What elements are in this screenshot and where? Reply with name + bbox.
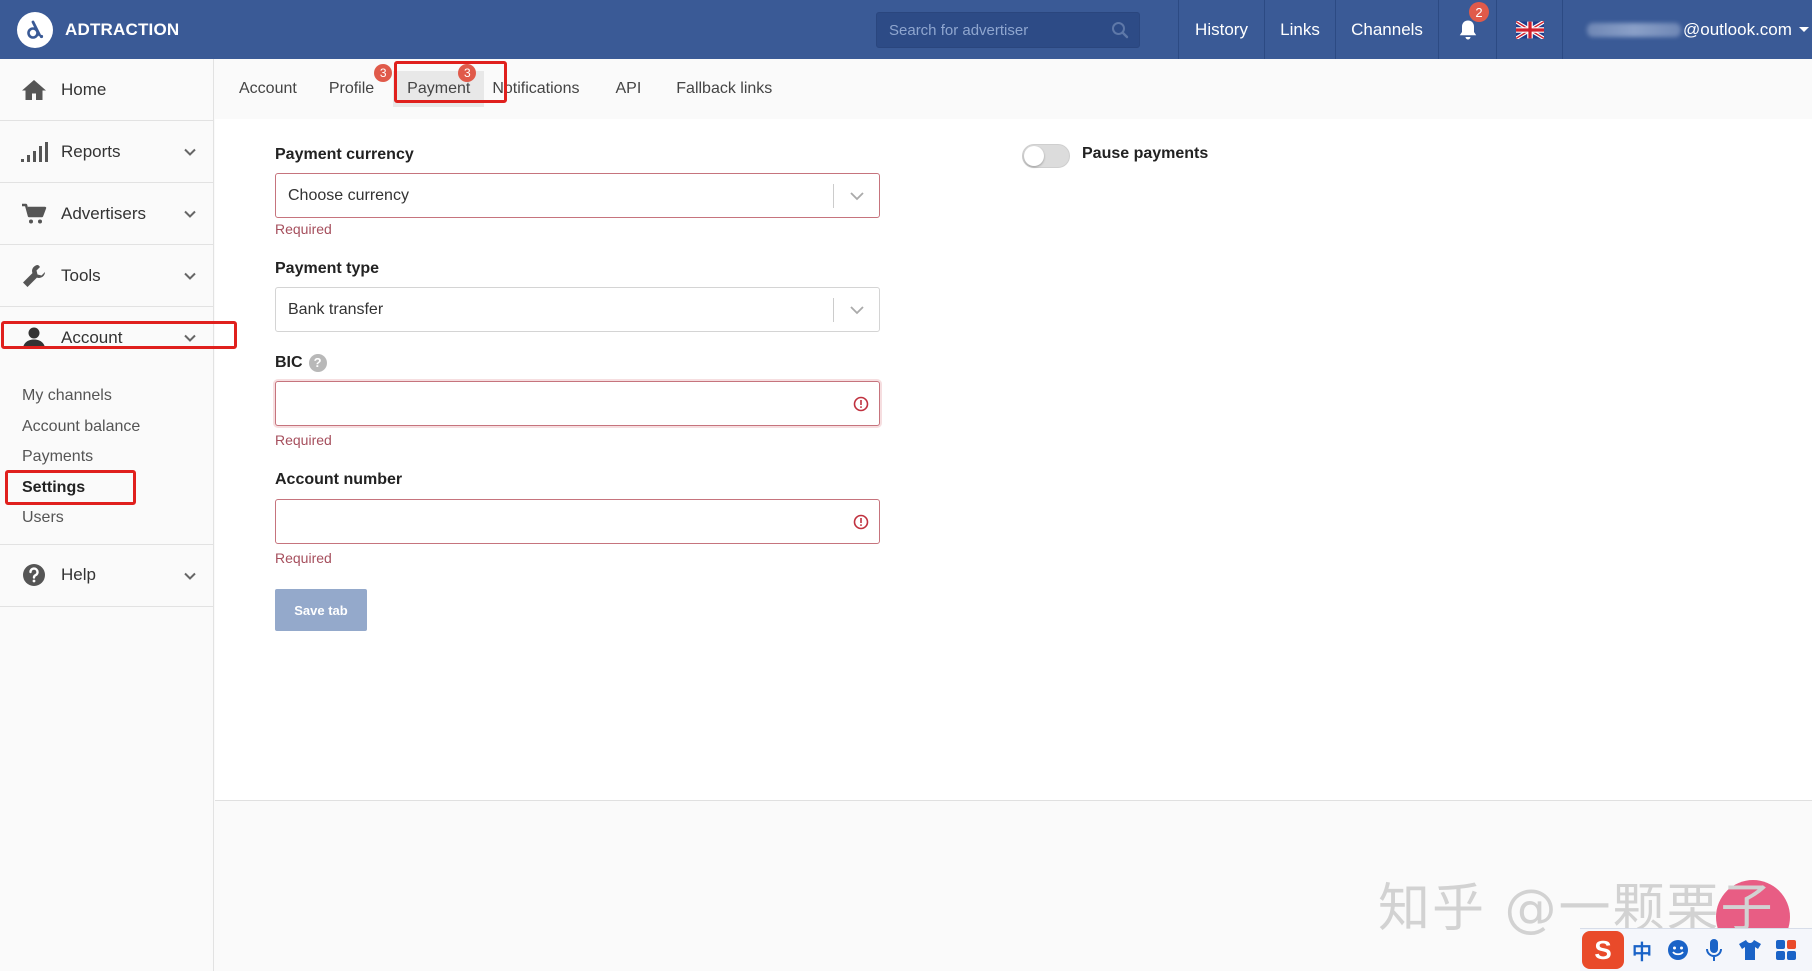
sidebar-item-label: Tools — [61, 265, 101, 285]
account-subnav: My channels Account balance Payments Set… — [0, 369, 213, 545]
cart-icon — [20, 200, 48, 228]
payment-currency-label: Payment currency — [275, 146, 414, 163]
payment-type-value: Bank transfer — [288, 300, 384, 318]
adtraction-logo-icon — [17, 11, 53, 48]
user-icon — [20, 324, 48, 352]
nav-history[interactable]: History — [1178, 0, 1264, 59]
tab-label: Payment — [407, 80, 471, 97]
sidebar-item-label: Advertisers — [61, 203, 147, 223]
sidebar: Home Reports Advertisers Tools Account M… — [0, 59, 214, 971]
currency-required-error: Required — [275, 221, 332, 237]
save-tab-button[interactable]: Save tab — [275, 589, 367, 631]
user-email-redacted — [1587, 22, 1681, 37]
help-icon[interactable]: ? — [308, 354, 327, 372]
grid-icon[interactable] — [1768, 932, 1804, 968]
select-divider — [833, 298, 834, 322]
sidebar-item-advertisers[interactable]: Advertisers — [0, 183, 213, 245]
chevron-down-icon — [184, 272, 196, 280]
sidebar-item-label: Help — [61, 565, 96, 584]
error-icon — [853, 396, 869, 412]
brand[interactable]: ADTRACTION — [17, 0, 179, 59]
sidebar-item-label: Reports — [61, 141, 121, 161]
notifications-button[interactable]: 2 — [1438, 0, 1496, 59]
account-number-input[interactable] — [288, 511, 848, 532]
ime-mode[interactable]: 中 — [1624, 932, 1660, 968]
select-divider — [833, 184, 834, 208]
profile-badge: 3 — [374, 64, 393, 82]
payment-currency-select[interactable]: Choose currency — [275, 173, 880, 218]
chevron-down-icon — [184, 210, 196, 218]
payment-settings-panel: Payment currency Choose currency Require… — [215, 119, 1812, 801]
user-email: @outlook.com — [1683, 19, 1792, 39]
pause-payments-label: Pause payments — [1082, 145, 1209, 162]
payment-type-select[interactable]: Bank transfer — [275, 287, 880, 332]
brand-name: ADTRACTION — [65, 19, 180, 39]
tab-payment[interactable]: Payment 3 — [393, 64, 485, 107]
ime-toolbar: S 中 — [1580, 928, 1812, 971]
subnav-users[interactable]: Users — [22, 503, 213, 534]
user-menu[interactable]: @outlook.com — [1562, 0, 1812, 59]
sidebar-item-tools[interactable]: Tools — [0, 245, 213, 307]
nav-links[interactable]: Links — [1264, 0, 1335, 59]
bic-label: BIC? — [275, 354, 327, 372]
bic-required-error: Required — [275, 432, 332, 448]
ime-logo-icon[interactable]: S — [1582, 931, 1624, 969]
notification-badge: 2 — [1469, 2, 1489, 22]
microphone-icon[interactable] — [1696, 932, 1732, 968]
chevron-down-icon — [184, 148, 196, 156]
chevron-down-icon — [184, 334, 196, 342]
uk-flag-icon — [1515, 20, 1544, 39]
top-bar: ADTRACTION History Links Channels 2 — [0, 0, 1812, 59]
sidebar-item-account[interactable]: Account — [0, 307, 213, 369]
tab-fallback-links[interactable]: Fallback links — [659, 71, 790, 107]
sidebar-item-help[interactable]: Help — [0, 545, 213, 607]
bic-input[interactable] — [288, 393, 848, 414]
sidebar-item-label: Account — [61, 328, 123, 347]
top-nav: History Links Channels 2 @outlook.com — [1178, 0, 1812, 59]
toggle-knob — [1024, 146, 1044, 166]
wrench-icon — [20, 262, 48, 290]
account-number-label: Account number — [275, 471, 403, 488]
chevron-down-icon — [184, 572, 196, 580]
chevron-down-icon — [850, 306, 864, 315]
nav-channels[interactable]: Channels — [1335, 0, 1438, 59]
payment-type-label: Payment type — [275, 260, 380, 277]
caret-down-icon — [1798, 26, 1809, 32]
sidebar-item-home[interactable]: Home — [0, 59, 213, 121]
language-selector[interactable] — [1496, 0, 1562, 59]
home-icon — [20, 76, 48, 104]
tab-account[interactable]: Account — [221, 71, 315, 107]
search-input[interactable] — [887, 20, 1111, 40]
chevron-down-icon — [850, 192, 864, 201]
pause-payments-toggle[interactable] — [1022, 144, 1070, 168]
sidebar-item-reports[interactable]: Reports — [0, 121, 213, 183]
bic-label-text: BIC — [275, 354, 303, 372]
bar-chart-icon — [20, 138, 48, 166]
shirt-icon[interactable] — [1732, 932, 1768, 968]
question-icon — [20, 561, 48, 589]
tab-api[interactable]: API — [597, 71, 659, 107]
account-number-field[interactable] — [275, 499, 880, 544]
search-icon[interactable] — [1111, 21, 1129, 39]
error-icon — [853, 514, 869, 530]
advertiser-search[interactable] — [876, 12, 1140, 48]
tab-label: Profile — [328, 80, 375, 97]
tab-notifications[interactable]: Notifications — [484, 71, 597, 107]
subnav-my-channels[interactable]: My channels — [22, 381, 213, 412]
settings-tabs: Account Profile 3 Payment 3 Notification… — [214, 59, 1812, 119]
tab-profile[interactable]: Profile 3 — [313, 64, 393, 107]
subnav-settings[interactable]: Settings — [22, 473, 213, 504]
bic-field[interactable] — [275, 381, 880, 426]
account-required-error: Required — [275, 550, 332, 566]
payment-currency-value: Choose currency — [288, 186, 409, 204]
subnav-account-balance[interactable]: Account balance — [22, 412, 213, 443]
emoji-icon[interactable] — [1660, 932, 1696, 968]
sidebar-item-label: Home — [61, 79, 107, 99]
subnav-payments[interactable]: Payments — [22, 442, 213, 473]
payment-badge: 3 — [458, 64, 477, 82]
bell-icon — [1459, 20, 1476, 39]
